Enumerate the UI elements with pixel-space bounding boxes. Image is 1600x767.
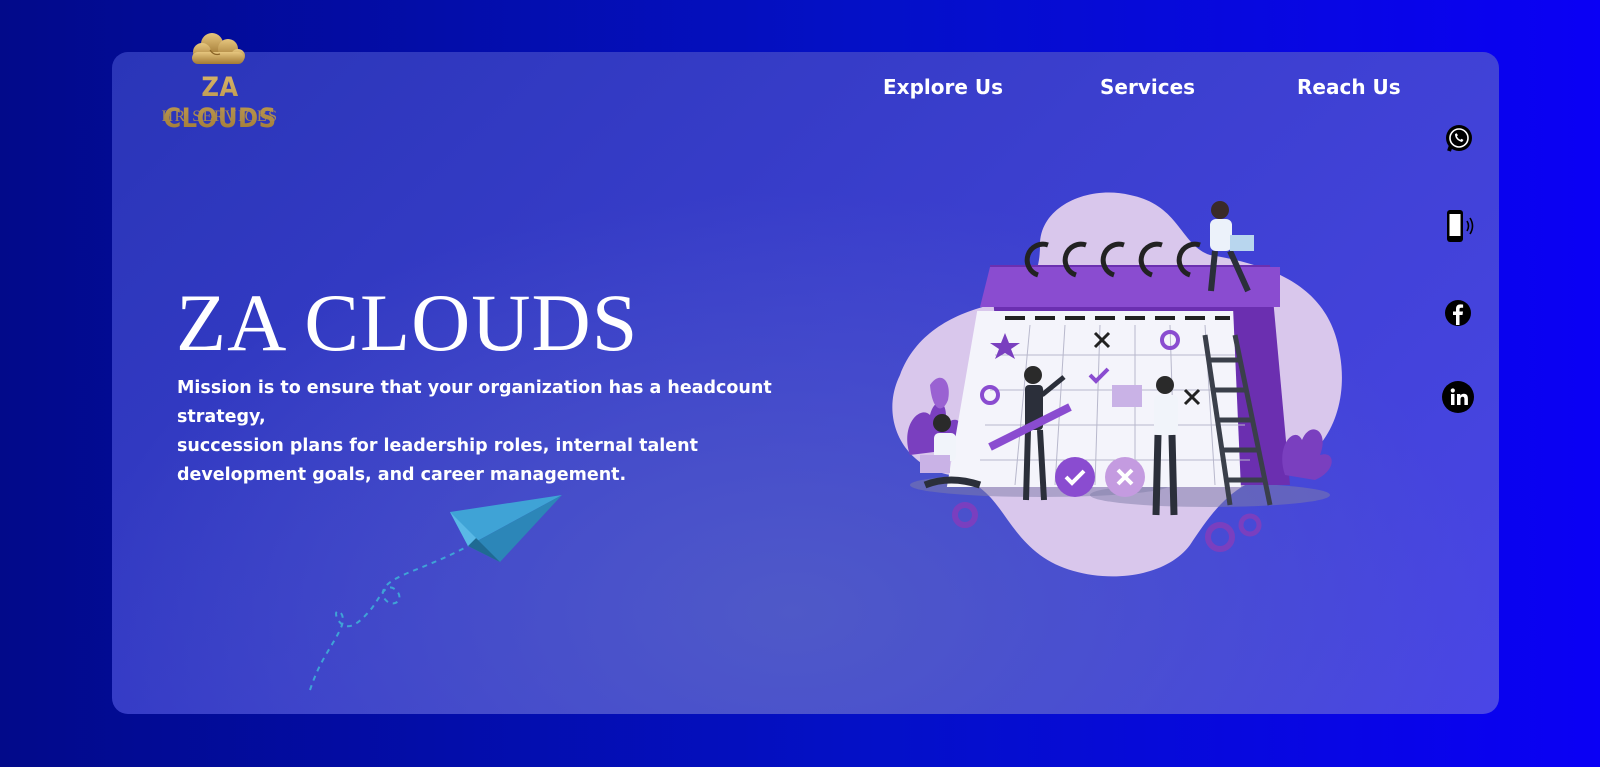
nav-reach-us[interactable]: Reach Us <box>1297 75 1401 99</box>
hero-title: ZA CLOUDS <box>176 277 639 368</box>
logo-subtitle: HR SERVICES <box>161 108 279 125</box>
paper-plane-illustration <box>309 495 562 691</box>
whatsapp-icon[interactable] <box>1444 124 1474 154</box>
hero-description: Mission is to ensure that your organizat… <box>177 374 777 490</box>
nav-explore-us[interactable]: Explore Us <box>883 75 1003 99</box>
brand-logo[interactable]: ZA CLOUDS HR SERVICES <box>150 20 290 134</box>
linkedin-icon[interactable] <box>1441 380 1475 414</box>
cloud-logo-icon <box>192 33 245 64</box>
hero-description-line: succession plans for leadership roles, i… <box>177 436 698 485</box>
calendar-team-illustration <box>892 192 1342 577</box>
facebook-icon[interactable] <box>1444 298 1474 328</box>
phone-icon[interactable] <box>1444 208 1474 244</box>
hero-description-line: Mission is to ensure that your organizat… <box>177 378 772 427</box>
nav-services[interactable]: Services <box>1100 75 1195 99</box>
